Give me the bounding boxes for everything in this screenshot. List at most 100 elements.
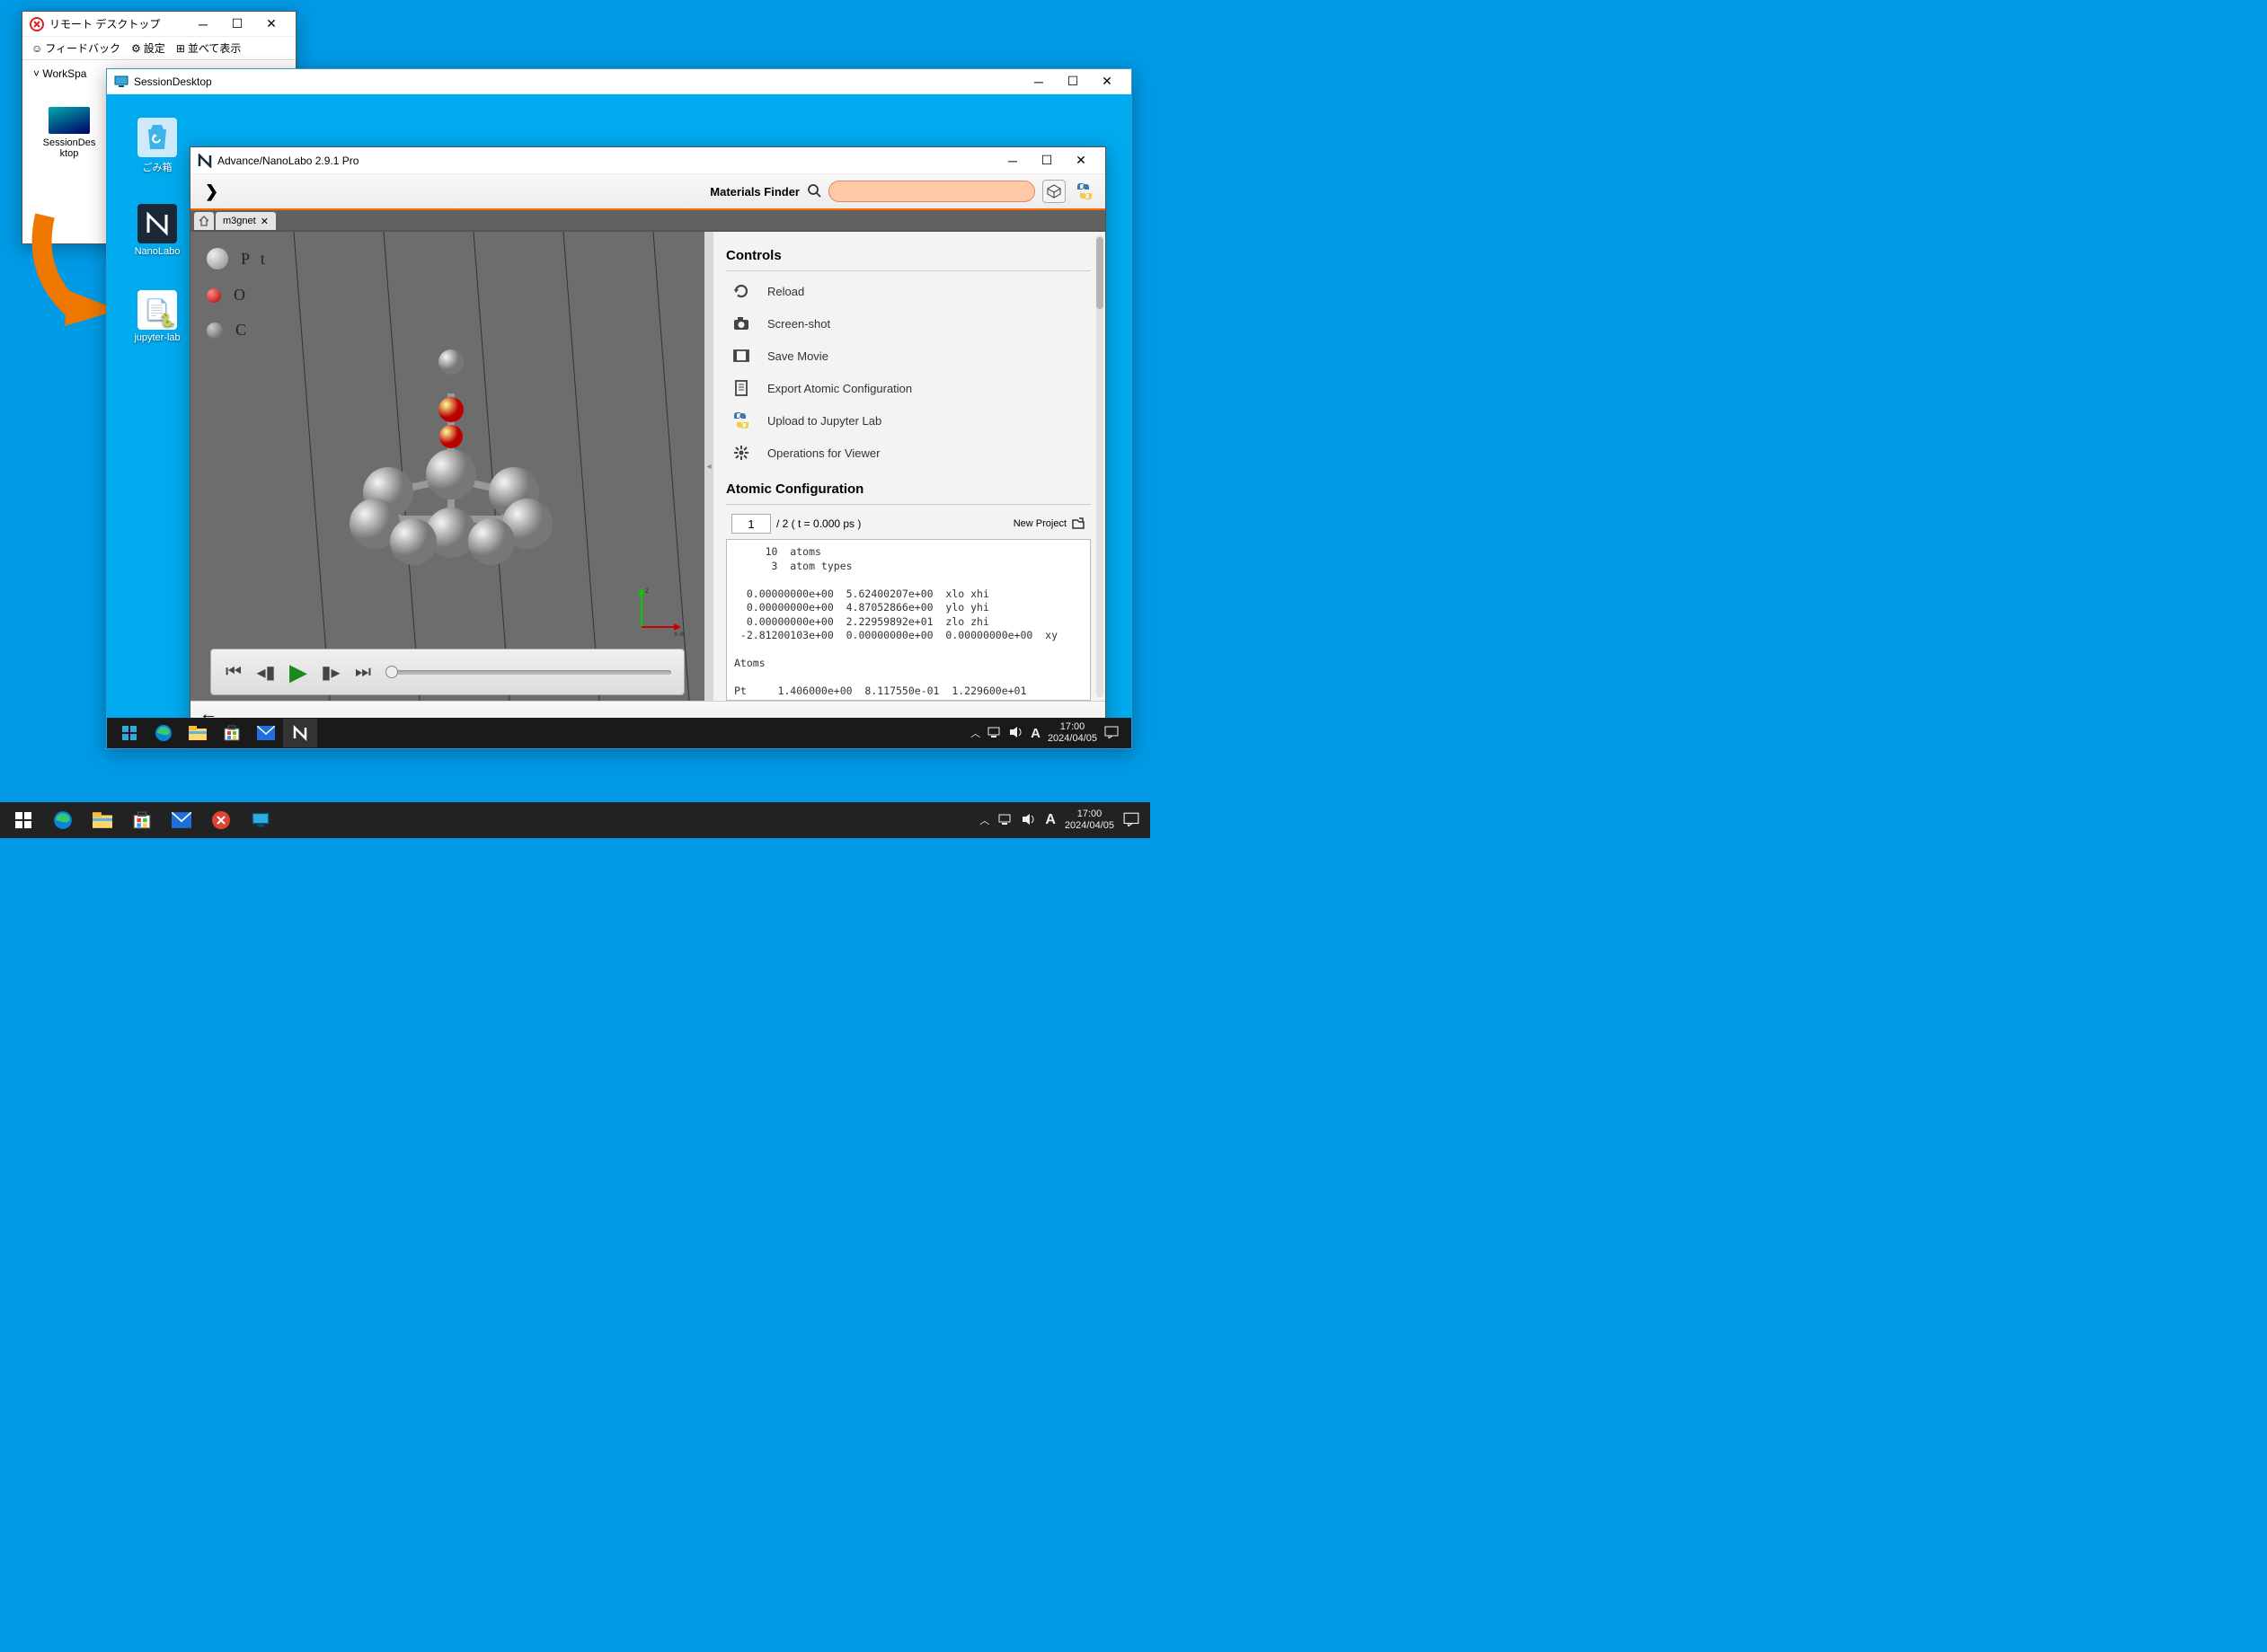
inner-clock[interactable]: 17:002024/04/05 xyxy=(1048,721,1097,744)
nl-home-tab[interactable] xyxy=(194,212,214,230)
nl-expand-button[interactable]: ❯ xyxy=(199,181,224,203)
controls-heading: Controls xyxy=(726,241,1091,271)
rd-feedback-button[interactable]: ☺ フィードバック xyxy=(31,40,120,56)
nanolabo-window: Advance/NanoLabo 2.9.1 Pro ─ ☐ ✕ ❯ Mater… xyxy=(190,146,1106,727)
sd-titlebar[interactable]: SessionDesktop ─ ☐ ✕ xyxy=(107,69,1131,94)
inner-edge-icon[interactable] xyxy=(146,719,181,747)
svg-text:z: z xyxy=(645,587,649,595)
panel-scrollbar[interactable] xyxy=(1096,235,1103,697)
inner-taskbar: ︿ A 17:002024/04/05 xyxy=(107,718,1131,748)
legend-pt-icon xyxy=(207,248,228,269)
nl-3d-viewer[interactable]: P t O C xyxy=(190,232,704,701)
inner-tray-chevron-icon[interactable]: ︿ xyxy=(970,726,980,740)
document-icon xyxy=(731,378,751,398)
nl-python-button[interactable] xyxy=(1073,180,1096,203)
legend-c-icon xyxy=(207,322,223,339)
inner-tray-network-icon[interactable] xyxy=(987,726,1002,741)
sd-close-button[interactable]: ✕ xyxy=(1090,71,1124,93)
upload-jupyter-button[interactable]: Upload to Jupyter Lab xyxy=(726,404,1091,437)
outer-clock[interactable]: 17:002024/04/05 xyxy=(1065,808,1114,832)
nl-tab-m3gnet[interactable]: m3gnet✕ xyxy=(216,212,276,230)
operations-viewer-button[interactable]: Operations for Viewer xyxy=(726,437,1091,469)
nl-tab-bar: m3gnet✕ xyxy=(190,210,1105,232)
reload-button[interactable]: Reload xyxy=(726,275,1091,307)
outer-start-button[interactable] xyxy=(4,803,43,837)
axis-gizmo: z x-a xyxy=(631,584,685,638)
rd-settings-button[interactable]: ⚙ 設定 xyxy=(131,40,165,56)
rd-titlebar[interactable]: リモート デスクトップ ─ ☐ ✕ xyxy=(22,12,296,37)
nl-toolbar: ❯ Materials Finder xyxy=(190,174,1105,210)
inner-explorer-icon[interactable] xyxy=(181,719,215,747)
sd-monitor-icon xyxy=(114,75,128,89)
nl-titlebar[interactable]: Advance/NanoLabo 2.9.1 Pro ─ ☐ ✕ xyxy=(190,147,1105,174)
outer-explorer-icon[interactable] xyxy=(83,803,122,837)
outer-taskbar: ︿ A 17:002024/04/05 xyxy=(0,802,1150,838)
inner-notifications-icon[interactable] xyxy=(1104,726,1119,741)
slider-knob[interactable] xyxy=(385,666,398,678)
outer-tray-network-icon[interactable] xyxy=(998,813,1013,828)
outer-remote-task-icon[interactable] xyxy=(201,803,241,837)
inner-lang-indicator[interactable]: A xyxy=(1031,726,1041,741)
rd-maximize-button[interactable]: ☐ xyxy=(220,13,254,35)
session-desktop-window: SessionDesktop ─ ☐ ✕ ごみ箱 NanoLabo 📄🐍 jup… xyxy=(106,68,1132,749)
rd-title: リモート デスクトップ xyxy=(49,16,186,31)
inner-mail-icon[interactable] xyxy=(249,719,283,747)
new-project-button[interactable]: New Project xyxy=(1014,517,1085,530)
python-icon xyxy=(731,411,751,430)
sd-desktop-area[interactable]: ごみ箱 NanoLabo 📄🐍 jupyter-lab Advance/Nano… xyxy=(107,94,1131,748)
play-button[interactable]: ▶ xyxy=(288,658,308,686)
inner-nanolabo-task-icon[interactable] xyxy=(283,719,317,747)
molecule-render xyxy=(325,340,595,573)
nl-maximize-button[interactable]: ☐ xyxy=(1030,150,1064,172)
session-desktop-thumb-icon[interactable] xyxy=(49,107,90,134)
scrollbar-thumb[interactable] xyxy=(1096,237,1103,309)
sd-minimize-button[interactable]: ─ xyxy=(1022,71,1056,93)
inner-tray-volume-icon[interactable] xyxy=(1009,726,1023,741)
sd-title: SessionDesktop xyxy=(134,75,1022,88)
nl-cube-button[interactable] xyxy=(1042,180,1066,203)
reload-icon xyxy=(731,281,751,301)
save-movie-button[interactable]: Save Movie xyxy=(726,340,1091,372)
nl-title: Advance/NanoLabo 2.9.1 Pro xyxy=(217,155,996,167)
sd-maximize-button[interactable]: ☐ xyxy=(1056,71,1090,93)
rd-minimize-button[interactable]: ─ xyxy=(186,13,220,35)
frame-input[interactable] xyxy=(731,514,771,534)
jupyter-lab-desktop-icon[interactable]: 📄🐍 jupyter-lab xyxy=(125,290,190,343)
inner-start-button[interactable] xyxy=(112,719,146,747)
playback-slider[interactable] xyxy=(385,670,671,675)
side-panel: Controls Reload Screen-shot Save Movie E… xyxy=(713,232,1105,701)
frame-total-label: / 2 ( t = 0.000 ps ) xyxy=(776,517,861,530)
outer-lang-indicator[interactable]: A xyxy=(1045,812,1056,828)
nl-tab-close-icon[interactable]: ✕ xyxy=(261,216,269,227)
skip-end-button[interactable]: ⏭ xyxy=(353,662,373,683)
outer-notifications-icon[interactable] xyxy=(1123,812,1139,829)
svg-text:x-a: x-a xyxy=(674,630,685,638)
nl-minimize-button[interactable]: ─ xyxy=(996,150,1030,172)
legend-o-icon xyxy=(207,288,221,303)
export-config-button[interactable]: Export Atomic Configuration xyxy=(726,372,1091,404)
atom-legend: P t O C xyxy=(207,248,269,356)
nanolabo-desktop-icon[interactable]: NanoLabo xyxy=(125,204,190,257)
skip-start-button[interactable]: ⏮ xyxy=(224,662,244,683)
rd-tile-button[interactable]: ⊞ 並べて表示 xyxy=(176,40,242,56)
operations-icon xyxy=(731,443,751,463)
rd-close-button[interactable]: ✕ xyxy=(254,13,288,35)
step-forward-button[interactable]: ▮▸ xyxy=(321,661,341,684)
nl-close-button[interactable]: ✕ xyxy=(1064,150,1098,172)
inner-store-icon[interactable] xyxy=(215,719,249,747)
panel-splitter[interactable]: ◂ xyxy=(704,232,713,701)
outer-tray-chevron-icon[interactable]: ︿ xyxy=(979,813,989,827)
atomic-config-code[interactable]: 10 atoms 3 atom types 0.00000000e+00 5.6… xyxy=(726,539,1091,701)
outer-session-task-icon[interactable] xyxy=(241,803,280,837)
outer-store-icon[interactable] xyxy=(122,803,162,837)
outer-edge-icon[interactable] xyxy=(43,803,83,837)
recycle-bin-icon[interactable]: ごみ箱 xyxy=(125,118,190,174)
camera-icon xyxy=(731,314,751,333)
playback-bar: ⏮ ◂▮ ▶ ▮▸ ⏭ xyxy=(210,649,685,695)
materials-finder-search-input[interactable] xyxy=(828,181,1035,202)
screenshot-button[interactable]: Screen-shot xyxy=(726,307,1091,340)
step-back-button[interactable]: ◂▮ xyxy=(256,661,276,684)
rd-app-icon xyxy=(30,17,44,31)
outer-tray-volume-icon[interactable] xyxy=(1022,813,1036,828)
outer-mail-icon[interactable] xyxy=(162,803,201,837)
